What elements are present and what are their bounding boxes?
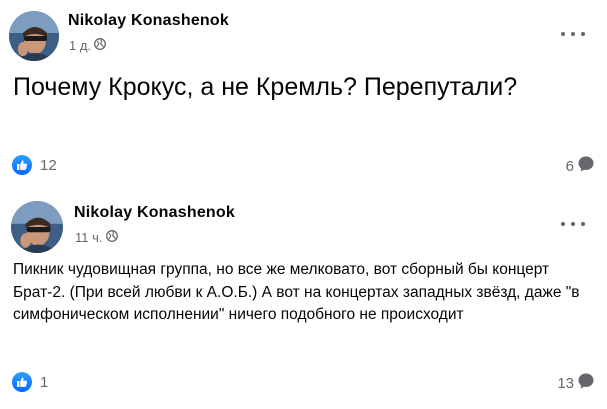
post-time[interactable]: 11 ч. <box>75 230 103 245</box>
reaction-count: 12 <box>40 156 57 174</box>
globe-icon <box>94 38 106 53</box>
comment-count: 13 <box>557 375 574 392</box>
avatar[interactable] <box>9 11 59 61</box>
post-meta: 1 д. <box>69 38 106 53</box>
like-icon <box>12 155 32 175</box>
globe-icon <box>105 230 118 245</box>
reactions-summary[interactable]: 1 <box>12 372 48 392</box>
reaction-count: 1 <box>40 373 49 391</box>
dot <box>571 222 575 226</box>
comment-icon <box>577 155 595 178</box>
avatar[interactable] <box>11 201 63 253</box>
comments-summary[interactable]: 6 <box>566 155 595 178</box>
comment-count: 6 <box>565 158 574 175</box>
comments-summary[interactable]: 13 <box>557 372 595 395</box>
author-name[interactable]: Nikolay Konashenok <box>68 12 229 30</box>
dot <box>581 222 585 226</box>
more-options-button[interactable] <box>561 220 585 228</box>
dot <box>581 32 585 36</box>
post-text: Пикник чудовищная группа, но все же мелк… <box>13 261 580 323</box>
post-text: Почему Крокус, а не Кремль? Перепутали? <box>13 73 518 101</box>
post-time[interactable]: 1 д. <box>69 38 91 53</box>
reactions-summary[interactable]: 12 <box>12 155 57 175</box>
dot <box>571 32 575 36</box>
author-name[interactable]: Nikolay Konashenok <box>74 204 235 222</box>
dot <box>561 222 565 226</box>
dot <box>561 32 565 36</box>
post: Nikolay Konashenok 1 д. Почему Крокус, а… <box>0 0 607 192</box>
comment-icon <box>577 372 595 395</box>
like-icon <box>12 372 32 392</box>
more-options-button[interactable] <box>561 30 585 38</box>
post-meta: 11 ч. <box>75 230 118 245</box>
post: Nikolay Konashenok 11 ч. Пикник чудовищн… <box>0 192 607 409</box>
